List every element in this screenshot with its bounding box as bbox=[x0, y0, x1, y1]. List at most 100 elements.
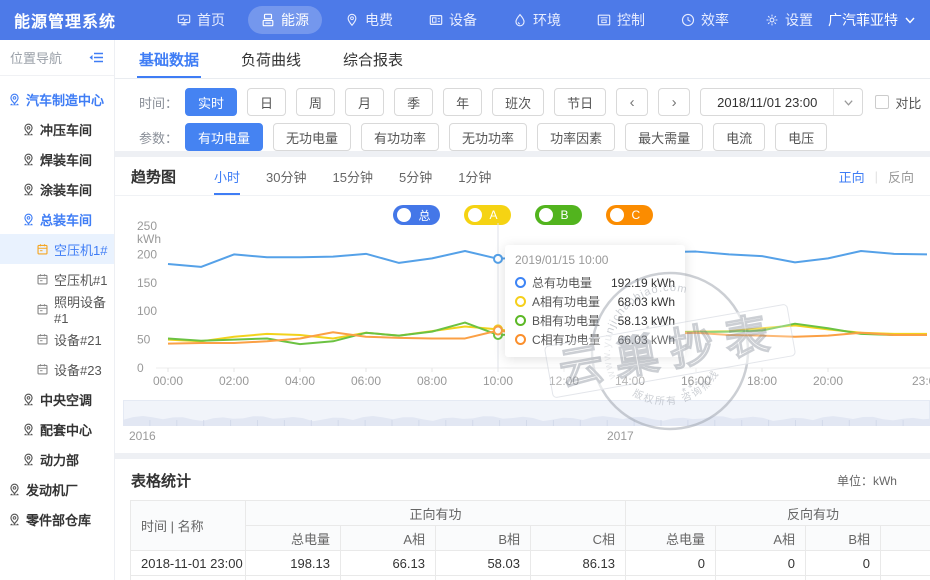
nav-item-environment[interactable]: 环境 bbox=[500, 6, 574, 34]
sidebar-item-label: 冲压车间 bbox=[40, 120, 92, 139]
param-option-button[interactable]: 无功功率 bbox=[449, 123, 527, 151]
location-tree: 汽车制造中心冲压车间焊装车间涂装车间总装车间空压机1#空压机#1照明设备#1 设备… bbox=[0, 76, 114, 534]
sidebar-item-label: 总装车间 bbox=[40, 210, 92, 229]
sidebar-item-compressor-n1[interactable]: 空压机#1 bbox=[0, 264, 114, 294]
sidebar-item-label: 汽车制造中心 bbox=[26, 90, 104, 109]
forward-direction-link[interactable]: 正向 bbox=[839, 167, 865, 186]
param-option-button[interactable]: 有功电量 bbox=[185, 123, 263, 151]
account-menu[interactable]: 广汽菲亚特 bbox=[828, 10, 916, 30]
card-icon bbox=[429, 13, 443, 27]
backward-direction-link[interactable]: 反向 bbox=[888, 167, 914, 186]
tooltip-row: B相有功电量 58.13 kWh bbox=[515, 311, 675, 330]
param-option-button[interactable]: 电压 bbox=[775, 123, 827, 151]
sidebar-item-auto-mfg-center[interactable]: 汽车制造中心 bbox=[0, 84, 114, 114]
cell-value bbox=[881, 576, 930, 580]
sidebar-item-central-ac[interactable]: 中央空调 bbox=[0, 384, 114, 414]
sidebar-item-support-center[interactable]: 配套中心 bbox=[0, 414, 114, 444]
interval-tab[interactable]: 15分钟 bbox=[333, 157, 373, 195]
sidebar-item-painting-shop[interactable]: 涂装车间 bbox=[0, 174, 114, 204]
interval-tab[interactable]: 5分钟 bbox=[399, 157, 432, 195]
prev-period-button[interactable]: ‹ bbox=[616, 88, 648, 116]
svg-text:02:00: 02:00 bbox=[219, 374, 249, 388]
meter-icon bbox=[36, 243, 49, 256]
time-option-button[interactable]: 日 bbox=[247, 88, 286, 116]
param-option-group: 有功电量无功电量有功功率无功功率功率因素最大需量电流电压 bbox=[185, 123, 837, 151]
cell-value: 228.13 bbox=[246, 576, 341, 580]
time-option-button[interactable]: 班次 bbox=[492, 88, 544, 116]
nav-item-settings[interactable]: 设置 bbox=[752, 6, 826, 34]
trend-chart-card: 趋势图 小时30分钟15分钟5分钟1分钟 正向 | 反向 总ABC 050100… bbox=[115, 157, 930, 453]
brush-start-label: 2016 bbox=[129, 429, 156, 443]
tab-load-curve[interactable]: 负荷曲线 bbox=[241, 40, 301, 78]
tooltip-series-label: B相有功电量 bbox=[532, 312, 600, 329]
sidebar-item-parts-warehouse[interactable]: 零件部仓库 bbox=[0, 504, 114, 534]
location-pin-icon bbox=[22, 123, 35, 136]
timeline-brush[interactable] bbox=[123, 400, 930, 430]
sidebar-item-welding-shop[interactable]: 焊装车间 bbox=[0, 144, 114, 174]
svg-text:00:00: 00:00 bbox=[153, 374, 183, 388]
cell-time: 2018-11-01 22:00 bbox=[131, 576, 246, 580]
tab-basic-data[interactable]: 基础数据 bbox=[139, 40, 199, 78]
nav-item-energy[interactable]: 能源 bbox=[248, 6, 322, 34]
param-option-button[interactable]: 功率因素 bbox=[537, 123, 615, 151]
sidebar-item-device-21[interactable]: 设备#21 bbox=[0, 324, 114, 354]
interval-tabs: 小时 30分钟 15分钟 5分钟 1分钟 bbox=[214, 157, 491, 195]
interval-tab[interactable]: 30分钟 bbox=[266, 157, 306, 195]
main-content: 基础数据负荷曲线综合报表 时间： 实时日周月季年班次节日 ‹ › 2018/11… bbox=[115, 40, 930, 580]
compare-checkbox-row[interactable]: 对比 bbox=[875, 93, 921, 112]
sidebar-item-assembly-shop[interactable]: 总装车间 bbox=[0, 204, 114, 234]
svg-text:23:00: 23:00 bbox=[912, 374, 930, 388]
nav-item-control[interactable]: 控制 bbox=[584, 6, 658, 34]
nav-item-label: 能源 bbox=[281, 10, 309, 30]
svg-text:10:00: 10:00 bbox=[483, 374, 513, 388]
sidebar-item-stamping-shop[interactable]: 冲压车间 bbox=[0, 114, 114, 144]
tab-report[interactable]: 综合报表 bbox=[343, 40, 403, 78]
time-option-button[interactable]: 实时 bbox=[185, 88, 237, 116]
sidebar-item-device-23[interactable]: 设备#23 bbox=[0, 354, 114, 384]
nav-item-home[interactable]: 首页 bbox=[164, 6, 238, 34]
time-option-button[interactable]: 月 bbox=[345, 88, 384, 116]
nav-item-device[interactable]: 设备 bbox=[416, 6, 490, 34]
sidebar-item-engine-plant[interactable]: 发动机厂 bbox=[0, 474, 114, 504]
time-option-button[interactable]: 周 bbox=[296, 88, 335, 116]
time-option-button[interactable]: 季 bbox=[394, 88, 433, 116]
svg-text:0: 0 bbox=[137, 361, 144, 375]
time-option-button[interactable]: 节日 bbox=[554, 88, 606, 116]
sidebar-item-label: 设备#21 bbox=[54, 330, 102, 349]
compare-checkbox[interactable] bbox=[875, 95, 889, 109]
next-period-button[interactable]: › bbox=[658, 88, 690, 116]
svg-text:04:00: 04:00 bbox=[285, 374, 315, 388]
table-row[interactable]: 2018-11-01 23:00198.1366.1358.0386.13000 bbox=[131, 551, 930, 576]
tooltip-series-label: C相有功电量 bbox=[532, 331, 601, 348]
param-filter-row: 参数： 有功电量无功电量有功功率无功功率功率因素最大需量电流电压 bbox=[139, 123, 930, 151]
param-option-button[interactable]: 电流 bbox=[713, 123, 765, 151]
nav-item-fee[interactable]: 电费 bbox=[332, 6, 406, 34]
trend-chart-title: 趋势图 bbox=[131, 166, 176, 187]
stats-table-header: 表格统计 单位：kWh bbox=[115, 459, 930, 500]
param-option-button[interactable]: 最大需量 bbox=[625, 123, 703, 151]
nav-item-label: 环境 bbox=[533, 10, 561, 30]
cell-value: 86.13 bbox=[531, 551, 626, 576]
table-row[interactable]: 2018-11-01 22:00228.1386.1366.1355.03000 bbox=[131, 576, 930, 580]
tooltip-series-value: 58.13 kWh bbox=[618, 314, 675, 328]
param-option-button[interactable]: 无功电量 bbox=[273, 123, 351, 151]
monitor-icon bbox=[177, 13, 191, 27]
col-header-time: 时间 | 名称 bbox=[131, 501, 246, 551]
time-option-button[interactable]: 年 bbox=[443, 88, 482, 116]
collapse-sidebar-icon[interactable] bbox=[89, 51, 104, 64]
interval-tab[interactable]: 1分钟 bbox=[458, 157, 491, 195]
stats-table-card: 表格统计 单位：kWh 时间 | 名称正向有功反向有功总电量A相B相C相总电量A… bbox=[115, 459, 930, 580]
tooltip-row: 总有功电量192.19 kWh bbox=[515, 273, 675, 292]
datetime-select[interactable]: 2018/11/01 23:00 bbox=[700, 88, 863, 116]
interval-tab[interactable]: 小时 bbox=[214, 157, 240, 195]
nav-item-efficiency[interactable]: 效率 bbox=[668, 6, 742, 34]
param-option-button[interactable]: 有功功率 bbox=[361, 123, 439, 151]
param-filter-label: 参数： bbox=[139, 128, 185, 147]
col-group-0: 正向有功 bbox=[246, 501, 626, 526]
sidebar-item-power-dept[interactable]: 动力部 bbox=[0, 444, 114, 474]
sidebar-item-compressor-1[interactable]: 空压机1# bbox=[0, 234, 114, 264]
chevron-down-icon bbox=[904, 14, 916, 26]
location-pin-icon bbox=[8, 483, 21, 496]
pin-icon bbox=[345, 13, 359, 27]
sidebar-item-lighting-1[interactable]: 照明设备#1 bbox=[0, 294, 114, 324]
